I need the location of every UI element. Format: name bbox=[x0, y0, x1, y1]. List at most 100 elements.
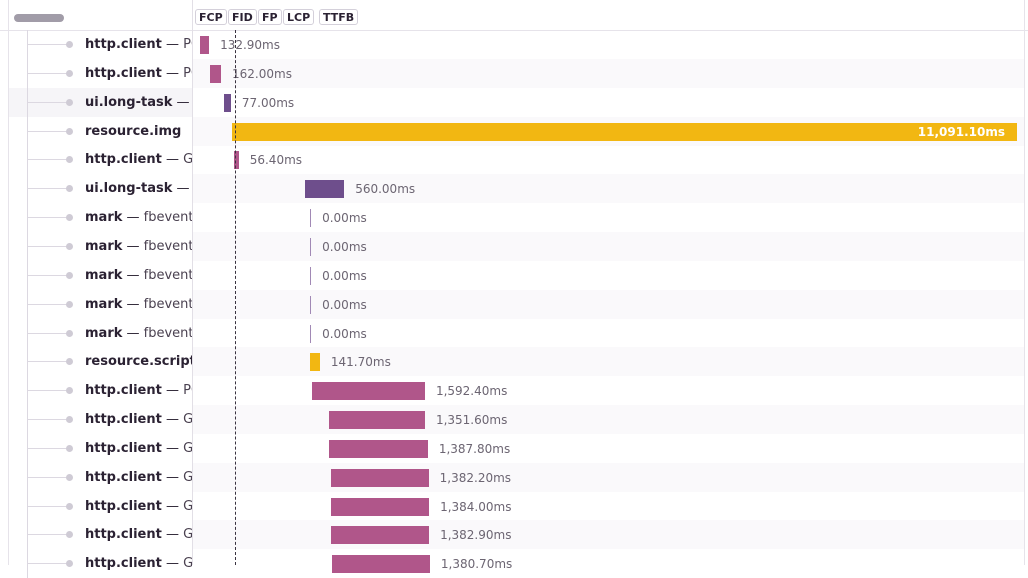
span-duration-bar[interactable] bbox=[309, 324, 312, 343]
row-background bbox=[193, 261, 1024, 290]
span-label[interactable]: resource.img bbox=[85, 124, 192, 140]
tree-connector-horizontal bbox=[28, 390, 68, 392]
span-duration-bar[interactable] bbox=[232, 122, 1017, 141]
span-row[interactable]: resource.img 11,091.10ms bbox=[0, 116, 1028, 146]
span-duration-bar[interactable] bbox=[311, 382, 425, 401]
span-row[interactable]: mark — fbevents 0.00ms bbox=[0, 289, 1028, 319]
span-label[interactable]: http.client — GET bbox=[85, 470, 192, 486]
span-label[interactable]: http.client — POST bbox=[85, 66, 192, 82]
span-duration-label: 1,382.90ms bbox=[440, 528, 512, 543]
row-background bbox=[193, 319, 1024, 348]
tree-connector-horizontal bbox=[28, 245, 68, 247]
span-list: http.client — POST132.90mshttp.client — … bbox=[0, 30, 1028, 578]
span-row[interactable]: mark — fbevents 0.00ms bbox=[0, 318, 1028, 348]
span-duration-bar[interactable] bbox=[224, 93, 231, 112]
span-duration-bar[interactable] bbox=[309, 295, 312, 314]
span-separator: — bbox=[161, 556, 184, 572]
span-row[interactable]: http.client — GET 1,382.20ms bbox=[0, 462, 1028, 492]
span-row[interactable]: http.client — GET 56.40ms bbox=[0, 145, 1028, 175]
span-label[interactable]: mark — fbevents bbox=[85, 210, 192, 226]
span-label[interactable]: resource.script bbox=[85, 354, 192, 370]
tree-node-dot bbox=[66, 300, 73, 308]
row-background bbox=[193, 289, 1024, 319]
span-row[interactable]: http.client — GET 1,384.00ms bbox=[0, 491, 1028, 521]
span-duration-bar[interactable] bbox=[328, 411, 425, 430]
row-background bbox=[193, 520, 1024, 550]
span-row[interactable]: http.client — GET 1,387.80ms bbox=[0, 433, 1028, 463]
span-row[interactable]: ui.long-task — Main UI thread blocked 560… bbox=[0, 174, 1028, 204]
span-separator: — bbox=[161, 527, 184, 543]
vital-lcp-marker[interactable]: LCP bbox=[283, 9, 315, 25]
span-label[interactable]: http.client — GET bbox=[85, 556, 192, 572]
span-row[interactable]: http.client — GET 1,380.70ms bbox=[0, 549, 1028, 578]
span-description: POST bbox=[183, 37, 192, 52]
span-row[interactable]: http.client — POST 132.90ms bbox=[0, 30, 1028, 59]
tree-node-dot bbox=[66, 416, 73, 424]
span-separator: — bbox=[161, 498, 184, 514]
span-duration-bar[interactable] bbox=[331, 555, 430, 574]
span-duration-label: 0.00ms bbox=[322, 211, 367, 226]
span-duration-bar[interactable] bbox=[199, 36, 210, 54]
span-label[interactable]: http.client — GET bbox=[85, 499, 192, 515]
span-label[interactable]: mark — fbevents bbox=[85, 297, 192, 313]
tree-connector-horizontal bbox=[28, 303, 68, 305]
span-duration-bar[interactable] bbox=[309, 266, 312, 285]
span-row[interactable]: resource.script 141.70ms bbox=[0, 347, 1028, 377]
span-label[interactable]: http.client — GET bbox=[85, 441, 192, 457]
span-op: mark bbox=[85, 238, 123, 254]
tree-node-dot bbox=[66, 127, 73, 135]
span-duration-label: 560.00ms bbox=[355, 182, 416, 197]
tree-node-dot bbox=[66, 242, 73, 250]
span-row[interactable]: http.client — GET 1,382.90ms bbox=[0, 520, 1028, 550]
span-description: GET bbox=[183, 527, 192, 543]
span-label[interactable]: http.client — POST bbox=[85, 37, 192, 53]
span-separator: — bbox=[161, 412, 184, 428]
span-duration-bar[interactable] bbox=[330, 468, 429, 487]
vital-fcp-marker[interactable]: FCP bbox=[195, 9, 227, 25]
span-label[interactable]: http.client — GET bbox=[85, 527, 192, 543]
span-op: mark bbox=[85, 267, 123, 283]
span-op: mark bbox=[85, 210, 123, 226]
span-separator: — bbox=[122, 210, 144, 226]
span-separator: — bbox=[161, 383, 184, 399]
span-duration-bar[interactable] bbox=[330, 497, 430, 516]
tree-node-dot bbox=[66, 214, 73, 222]
span-duration-bar[interactable] bbox=[210, 64, 221, 83]
span-description: fbevents bbox=[143, 267, 192, 283]
span-label[interactable]: http.client — GET bbox=[85, 412, 192, 428]
span-duration-label: 56.40ms bbox=[249, 153, 303, 168]
span-row[interactable]: mark — fbevents 0.00ms bbox=[0, 260, 1028, 290]
span-label[interactable]: mark — fbevents bbox=[85, 239, 192, 255]
column-resize-handle[interactable] bbox=[14, 14, 64, 22]
span-label[interactable]: ui.long-task — Main UI thread blocked bbox=[85, 181, 192, 197]
span-row[interactable]: http.client — POST 162.00ms bbox=[0, 58, 1028, 88]
vital-fp-marker[interactable]: FP bbox=[258, 9, 282, 25]
span-duration-bar[interactable] bbox=[309, 209, 312, 228]
span-row[interactable]: ui.long-task — Main UI thread blocked 77.… bbox=[0, 87, 1028, 117]
span-duration-bar[interactable] bbox=[309, 237, 312, 256]
span-op: http.client bbox=[85, 440, 162, 456]
span-separator: — bbox=[122, 238, 144, 254]
tree-node-dot bbox=[66, 502, 73, 510]
span-row[interactable]: http.client — POST 1,592.40ms bbox=[0, 376, 1028, 406]
span-duration-label: 0.00ms bbox=[322, 239, 367, 254]
span-label[interactable]: mark — fbevents bbox=[85, 326, 192, 342]
span-duration-bar[interactable] bbox=[329, 439, 428, 458]
span-duration-bar[interactable] bbox=[304, 180, 345, 199]
span-duration-bar[interactable] bbox=[331, 526, 430, 545]
span-description: fbevents bbox=[143, 325, 192, 341]
span-row[interactable]: http.client — GET 1,351.60ms bbox=[0, 405, 1028, 435]
tree-connector-horizontal bbox=[28, 534, 68, 536]
span-duration-label: 1,351.60ms bbox=[435, 413, 508, 428]
vital-ttfb-marker[interactable]: TTFB bbox=[319, 9, 359, 25]
span-description: GET bbox=[183, 152, 192, 168]
span-label[interactable]: http.client — GET bbox=[85, 152, 192, 168]
span-row[interactable]: mark — fbevents 0.00ms bbox=[0, 231, 1028, 261]
span-description: fbevents bbox=[143, 210, 192, 226]
span-row[interactable]: mark — fbevents 0.00ms bbox=[0, 203, 1028, 233]
span-duration-bar[interactable] bbox=[310, 353, 320, 372]
span-label[interactable]: mark — fbevents bbox=[85, 268, 192, 284]
span-label[interactable]: http.client — POST bbox=[85, 383, 192, 399]
vital-fid-marker[interactable]: FID bbox=[228, 9, 257, 25]
span-label[interactable]: ui.long-task — Main UI thread blocked bbox=[85, 95, 192, 111]
